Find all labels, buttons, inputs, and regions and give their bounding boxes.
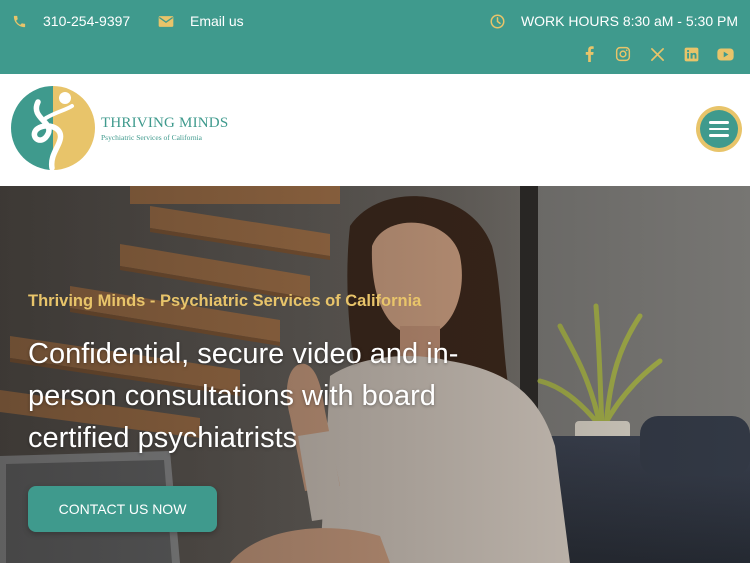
- social-links: [580, 45, 734, 63]
- logo-text: THRIVING MINDS Psychiatric Services of C…: [101, 115, 228, 142]
- instagram-icon[interactable]: [614, 45, 632, 63]
- phone-icon: [12, 14, 27, 29]
- hero-eyebrow: Thriving Minds - Psychiatric Services of…: [28, 292, 422, 310]
- work-hours-text: WORK HOURS 8:30 aM - 5:30 PM: [520, 13, 738, 29]
- top-contact-bar: 310-254-9397 Email us WORK HOURS 8:30 aM…: [0, 0, 750, 74]
- x-icon[interactable]: [648, 45, 666, 63]
- facebook-icon[interactable]: [580, 45, 598, 63]
- email-label: Email us: [190, 13, 244, 29]
- clock-icon: [490, 14, 505, 29]
- email-link[interactable]: Email us: [158, 13, 244, 29]
- linkedin-icon[interactable]: [682, 45, 700, 63]
- phone-link[interactable]: 310-254-9397: [12, 13, 130, 29]
- work-hours: WORK HOURS 8:30 aM - 5:30 PM: [490, 13, 738, 29]
- logo-mark: [11, 86, 95, 171]
- youtube-icon[interactable]: [716, 45, 734, 63]
- logo-name: THRIVING MINDS: [101, 114, 229, 131]
- hero-title: Confidential, secure video and in-person…: [28, 338, 459, 454]
- envelope-icon: [158, 15, 174, 28]
- phone-number: 310-254-9397: [43, 13, 131, 29]
- hamburger-menu-icon: [700, 110, 738, 148]
- menu-button[interactable]: [696, 106, 742, 152]
- logo-tagline: Psychiatric Services of California: [101, 132, 203, 142]
- site-header: THRIVING MINDS Psychiatric Services of C…: [0, 74, 750, 186]
- site-logo[interactable]: THRIVING MINDS Psychiatric Services of C…: [8, 82, 228, 174]
- contact-us-button[interactable]: CONTACT US NOW: [28, 486, 217, 532]
- hero-section: Thriving Minds - Psychiatric Services of…: [0, 186, 750, 563]
